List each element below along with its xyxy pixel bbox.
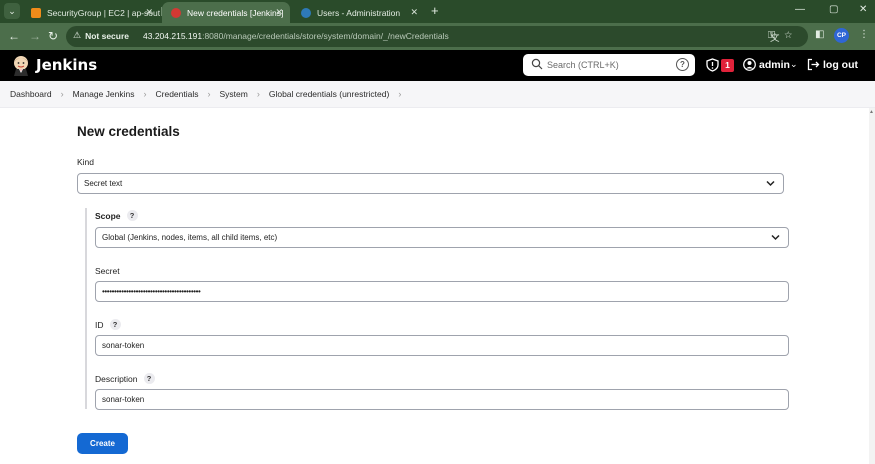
breadcrumb-credentials[interactable]: Credentials — [156, 89, 199, 99]
side-panel-icon[interactable]: ◧ — [815, 29, 824, 40]
id-help-icon[interactable]: ? — [109, 319, 121, 330]
translate-icon[interactable]: 文 — [770, 30, 780, 44]
id-label: ID ? — [95, 319, 121, 330]
logout-icon[interactable] — [807, 58, 820, 71]
create-button[interactable]: Create — [77, 433, 128, 454]
id-value: sonar-token — [102, 341, 145, 350]
back-arrow-icon[interactable]: ← — [8, 28, 20, 44]
new-tab-button[interactable]: + — [431, 3, 439, 19]
chevron-right-icon[interactable]: › — [208, 89, 211, 99]
chevron-down-icon — [771, 234, 780, 241]
tab-title: New credentials [Jenkins] — [187, 7, 284, 18]
url-path: :8080/manage/credentials/store/system/do… — [202, 31, 449, 41]
chevron-down-icon — [766, 180, 775, 187]
security-shield-icon[interactable] — [706, 58, 719, 72]
credential-fields-group-border — [85, 208, 87, 409]
browser-tab-new-credentials[interactable]: New credentials [Jenkins] ✕ — [162, 2, 290, 23]
breadcrumb-manage-jenkins[interactable]: Manage Jenkins — [73, 89, 135, 99]
tab-close-icon[interactable]: ✕ — [410, 7, 418, 18]
kind-selected-value: Secret text — [84, 179, 123, 188]
search-box[interactable]: Search (CTRL+K) ? — [523, 54, 695, 76]
notification-badge[interactable]: 1 — [721, 59, 734, 72]
id-label-text: ID — [95, 319, 104, 330]
maximize-window-button[interactable]: ▢ — [829, 4, 838, 15]
url-host: 43.204.215.191 — [143, 31, 203, 41]
security-label: Not secure — [85, 30, 130, 41]
bookmark-star-icon[interactable]: ☆ — [784, 30, 793, 41]
tab-search-chevron-icon[interactable]: ⌄ — [4, 3, 20, 19]
search-icon — [531, 58, 543, 70]
user-menu-name[interactable]: admin — [759, 59, 790, 71]
address-bar[interactable]: ⚠ Not secure 43.204.215.191:8080/manage/… — [66, 26, 808, 47]
aws-favicon-icon — [31, 7, 41, 18]
breadcrumb-system[interactable]: System — [220, 89, 248, 99]
kind-label: Kind — [77, 157, 95, 167]
chevron-right-icon[interactable]: › — [61, 89, 64, 99]
admin-favicon-icon — [301, 7, 311, 18]
page-title: New credentials — [77, 124, 180, 139]
logout-link[interactable]: log out — [823, 59, 858, 71]
jenkins-title[interactable]: Jenkins — [36, 56, 97, 74]
url-text[interactable]: 43.204.215.191:8080/manage/credentials/s… — [143, 31, 449, 41]
breadcrumb-dashboard[interactable]: Dashboard — [10, 89, 52, 99]
user-account-icon[interactable] — [743, 58, 756, 71]
tab-close-icon[interactable]: ✕ — [145, 7, 153, 18]
description-help-icon[interactable]: ? — [143, 373, 155, 384]
jenkins-header: Jenkins Search (CTRL+K) ? 1 admin ⌄ log … — [0, 50, 875, 81]
minimize-window-button[interactable]: — — [795, 4, 805, 15]
scope-help-icon[interactable]: ? — [126, 210, 138, 221]
browser-tab-strip: ⌄ SecurityGroup | EC2 | ap-south ✕ New c… — [0, 0, 875, 23]
breadcrumb: Dashboard › Manage Jenkins › Credentials… — [0, 81, 875, 108]
forward-arrow-icon[interactable]: → — [29, 28, 41, 44]
search-placeholder: Search (CTRL+K) — [547, 60, 619, 70]
close-window-button[interactable]: ✕ — [859, 4, 867, 15]
reload-icon[interactable]: ↻ — [48, 28, 58, 44]
warning-triangle-icon: ⚠ — [73, 30, 82, 40]
chevron-down-icon[interactable]: ⌄ — [790, 59, 798, 70]
scroll-up-arrow-icon[interactable]: ▲ — [869, 109, 874, 115]
browser-menu-icon[interactable]: ⋮ — [859, 29, 869, 40]
secret-label: Secret — [95, 266, 120, 276]
page-scrollbar[interactable] — [869, 108, 875, 464]
chevron-right-icon[interactable]: › — [257, 89, 260, 99]
browser-tab-users-administration[interactable]: Users - Administration ✕ — [292, 2, 425, 23]
profile-avatar[interactable]: CP — [834, 28, 849, 43]
browser-toolbar: ← → ↻ ⚠ Not secure 43.204.215.191:8080/m… — [0, 23, 875, 50]
security-indicator[interactable]: ⚠ Not secure — [73, 30, 129, 41]
secret-field[interactable]: ••••••••••••••••••••••••••••••••••••••••… — [95, 281, 789, 302]
id-field[interactable]: sonar-token — [95, 335, 789, 356]
scope-select[interactable]: Global (Jenkins, nodes, items, all child… — [95, 227, 789, 248]
description-value: sonar-token — [102, 395, 145, 404]
tab-close-icon[interactable]: ✕ — [275, 7, 283, 18]
search-help-icon[interactable]: ? — [676, 58, 689, 71]
jenkins-favicon-icon — [171, 7, 181, 18]
description-label-text: Description — [95, 373, 138, 384]
chevron-right-icon[interactable]: › — [144, 89, 147, 99]
tab-title: SecurityGroup | EC2 | ap-south — [47, 7, 160, 18]
chevron-right-icon[interactable]: › — [398, 89, 401, 99]
scope-label-text: Scope — [95, 210, 121, 221]
description-field[interactable]: sonar-token — [95, 389, 789, 410]
jenkins-butler-logo-icon[interactable] — [10, 54, 32, 76]
tab-title: Users - Administration — [317, 7, 401, 18]
secret-masked-value: ••••••••••••••••••••••••••••••••••••••••… — [102, 287, 201, 296]
breadcrumb-global-credentials[interactable]: Global credentials (unrestricted) — [269, 89, 389, 99]
description-label: Description ? — [95, 373, 155, 384]
browser-tab-securitygroup[interactable]: SecurityGroup | EC2 | ap-south ✕ — [22, 2, 160, 23]
kind-select[interactable]: Secret text — [77, 173, 784, 194]
scope-label: Scope ? — [95, 210, 138, 221]
scope-selected-value: Global (Jenkins, nodes, items, all child… — [102, 233, 278, 242]
